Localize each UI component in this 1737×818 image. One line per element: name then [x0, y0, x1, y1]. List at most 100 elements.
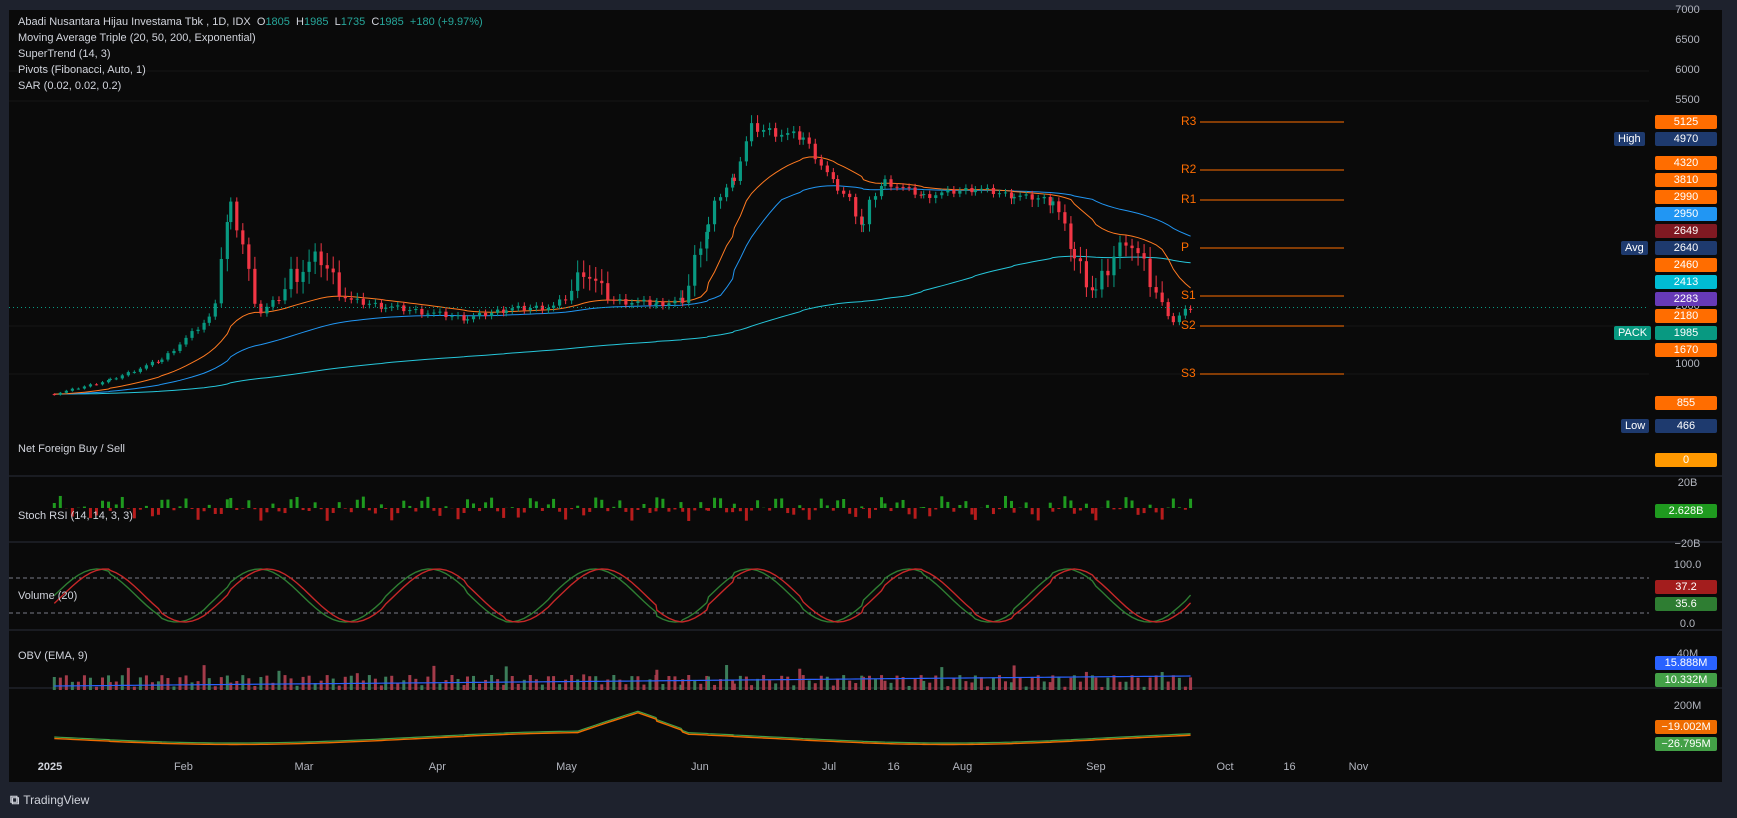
candle-body	[1188, 308, 1193, 310]
time-axis-label: Aug	[952, 761, 973, 773]
foreign-bar	[528, 498, 532, 508]
candle-body	[100, 382, 105, 385]
time-axis-label: 16	[1283, 761, 1296, 773]
foreign-bar	[624, 508, 628, 512]
candle-body	[913, 187, 917, 195]
foreign-bar	[373, 508, 377, 514]
candle-body	[325, 265, 329, 269]
candle-body	[301, 271, 305, 282]
candle-body	[1124, 242, 1128, 246]
obv-badge-value: −26.795M	[1655, 737, 1717, 751]
volume-bar	[786, 676, 790, 690]
foreign-bar	[648, 508, 652, 513]
volume-bar	[1136, 677, 1140, 690]
volume-bar	[1048, 682, 1052, 690]
foreign-bar	[349, 508, 353, 513]
candle-body	[277, 300, 281, 302]
candle-body	[706, 224, 711, 232]
candle-body	[594, 278, 598, 281]
foreign-bar	[679, 502, 683, 508]
price-badge-4320: 4320	[1655, 156, 1717, 170]
price-axis-label: 1000	[1675, 358, 1700, 371]
candle-body	[235, 201, 239, 231]
foreign-bar	[1154, 508, 1158, 513]
volume-bar	[836, 678, 840, 690]
candle-body	[229, 201, 233, 223]
volume-bar	[831, 685, 835, 690]
volume-bar	[725, 665, 729, 690]
volume-bar	[667, 676, 671, 690]
foreign-bar	[1084, 503, 1088, 508]
foreign-bar	[928, 508, 932, 517]
time-axis-label: Feb	[173, 761, 193, 773]
foreign-bar	[606, 508, 610, 512]
candle-body	[600, 280, 604, 284]
volume-bar	[895, 675, 899, 690]
foreign-bar	[313, 502, 317, 508]
time-axis-label: Nov	[1348, 761, 1369, 773]
foreign-bar	[630, 508, 634, 521]
volume-bar	[952, 678, 956, 690]
foreign-bar	[138, 508, 142, 510]
candle-body	[1024, 194, 1028, 196]
foreign-bar	[510, 507, 514, 508]
obv-axis-top: 200M	[1673, 700, 1702, 712]
foreign-bar	[190, 508, 194, 509]
candle-body	[207, 316, 211, 323]
foreign-bar	[719, 498, 723, 508]
volume-bar	[132, 686, 136, 690]
foreign-bar	[750, 508, 754, 511]
candle-body	[496, 309, 500, 313]
candle-body	[414, 309, 418, 311]
candle-body	[76, 388, 81, 390]
foreign-bar	[861, 508, 865, 509]
candle-body	[867, 199, 872, 225]
volume-bar	[693, 679, 697, 690]
volume-bar	[907, 685, 911, 690]
foreign-bar	[355, 499, 359, 508]
volume-bar	[138, 677, 142, 690]
candle-body	[1090, 287, 1095, 291]
pane-title-obv: OBV (EMA, 9)	[18, 650, 88, 662]
volume-bar	[1010, 682, 1014, 690]
foreign-bar	[901, 499, 905, 508]
candle-body	[687, 285, 691, 303]
candle-body	[557, 299, 562, 306]
volume-bar	[253, 685, 257, 690]
candle-body	[576, 272, 580, 291]
volume-bar	[874, 678, 878, 690]
time-axis-label: Apr	[428, 761, 446, 773]
foreign-bar	[661, 498, 665, 508]
volume-bar	[1160, 672, 1164, 690]
candle-body	[361, 298, 365, 305]
volume-bar	[1171, 675, 1175, 690]
foreign-bar	[426, 496, 430, 508]
chart-frame[interactable]: Abadi Nusantara Hijau Investama Tbk , 1D…	[9, 10, 1722, 782]
high-label: H	[296, 16, 304, 28]
candle-body	[801, 137, 805, 140]
indicator-sar[interactable]: SAR (0.02, 0.02, 0.2)	[18, 80, 121, 92]
pane-title-foreign: Net Foreign Buy / Sell	[18, 443, 125, 455]
indicator-pivots[interactable]: Pivots (Fibonacci, Auto, 1)	[18, 64, 146, 76]
tradingview-footer[interactable]: ⧉ TradingView	[10, 792, 89, 808]
volume-bar	[462, 684, 466, 690]
candle-body	[1130, 245, 1134, 249]
foreign-bar	[774, 498, 778, 508]
candle-body	[247, 244, 251, 269]
foreign-bar	[343, 508, 347, 509]
candle-body	[661, 301, 665, 306]
candle-body	[132, 371, 136, 373]
volume-bar	[848, 680, 852, 690]
foreign-bar	[1160, 508, 1164, 520]
candle-body	[1166, 302, 1170, 317]
indicator-ma-triple[interactable]: Moving Average Triple (20, 50, 200, Expo…	[18, 32, 256, 44]
chart-canvas[interactable]	[9, 10, 1722, 782]
foreign-bar	[1024, 502, 1028, 508]
candle-body	[732, 177, 736, 181]
candle-body	[879, 186, 884, 197]
foreign-bar	[919, 507, 923, 508]
indicator-supertrend[interactable]: SuperTrend (14, 3)	[18, 48, 111, 60]
candle-body	[271, 300, 275, 307]
foreign-bar	[496, 508, 500, 512]
foreign-bar	[1012, 508, 1016, 513]
